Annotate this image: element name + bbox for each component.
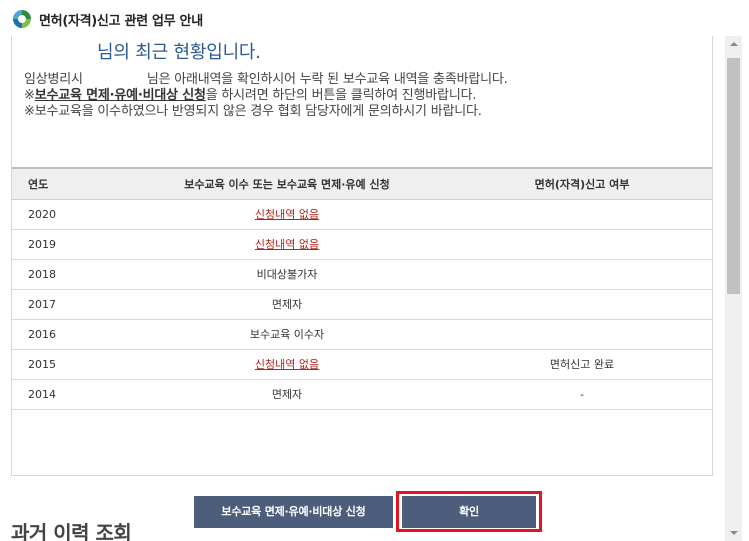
scroll-thumb[interactable]	[727, 58, 740, 294]
cell-year: 2018	[12, 259, 122, 290]
notice-text: 임상병리시 님은 아래내역을 확인하시어 누락 된 보수교육 내역을 충족바랍니다…	[24, 72, 508, 120]
header-report: 면허(자격)신고 여부	[452, 167, 712, 200]
cell-report-status: -	[452, 379, 712, 410]
table-row: 2016 보수교육 이수자	[12, 319, 712, 350]
cell-year: 2019	[12, 229, 122, 260]
notice-line-1-suffix: 님은 아래내역을 확인하시어 누락 된 보수교육 내역을 충족바랍니다.	[146, 72, 508, 87]
cell-report-status	[452, 199, 712, 230]
scroll-down-arrow-icon[interactable]	[725, 524, 742, 541]
cell-education: 신청내역 없음	[122, 349, 452, 380]
table-row: 2017 면제자	[12, 289, 712, 320]
window-title: 면허(자격)신고 관련 업무 안내	[39, 14, 203, 29]
cell-education: 신청내역 없음	[122, 229, 452, 260]
header-year: 연도	[12, 167, 122, 200]
vertical-scrollbar[interactable]	[725, 36, 742, 541]
notice-line-2: ※보수교육 면제·유예·비대상 신청을 하시려면 하단의 버튼을 클릭하여 진행…	[24, 88, 508, 104]
cell-report-status	[452, 319, 712, 350]
education-status-link[interactable]: 신청내역 없음	[255, 208, 319, 221]
notice-emphasis: 보수교육 면제·유예·비대상 신청	[34, 88, 206, 103]
table-row: 2014 면제자 -	[12, 379, 712, 410]
cell-year: 2015	[12, 349, 122, 380]
cell-year: 2016	[12, 319, 122, 350]
notice-line-2-rest: 을 하시려면 하단의 버튼을 클릭하여 진행바랍니다.	[205, 88, 477, 103]
cell-report-status	[452, 229, 712, 260]
cell-education: 신청내역 없음	[122, 199, 452, 230]
education-status-link[interactable]: 신청내역 없음	[255, 358, 319, 371]
cell-report-status	[452, 259, 712, 290]
table-row: 2020 신청내역 없음	[12, 199, 712, 230]
apply-exemption-button[interactable]: 보수교육 면제·유예·비대상 신청	[194, 496, 393, 528]
header-education: 보수교육 이수 또는 보수교육 면제·유예 신청	[122, 167, 452, 200]
cell-year: 2014	[12, 379, 122, 410]
app-logo-icon	[13, 10, 31, 28]
history-table: 연도 보수교육 이수 또는 보수교육 면제·유예 신청 면허(자격)신고 여부 …	[12, 167, 712, 410]
confirm-button[interactable]: 확인	[402, 496, 536, 528]
table-row: 2019 신청내역 없음	[12, 229, 712, 260]
table-header-row: 연도 보수교육 이수 또는 보수교육 면제·유예 신청 면허(자격)신고 여부	[12, 167, 712, 200]
notice-line-1-prefix: 임상병리시	[24, 72, 83, 87]
cell-education: 면제자	[122, 289, 452, 320]
notice-line-1: 임상병리시 님은 아래내역을 확인하시어 누락 된 보수교육 내역을 충족바랍니다…	[24, 72, 508, 88]
scroll-up-arrow-icon[interactable]	[725, 36, 742, 53]
cell-education: 보수교육 이수자	[122, 319, 452, 350]
education-status-link[interactable]: 신청내역 없음	[255, 238, 319, 251]
title-bar: 면허(자격)신고 관련 업무 안내	[0, 0, 749, 36]
notice-mark: ※	[24, 88, 35, 103]
notice-line-3: ※보수교육을 이수하였으나 반영되지 않은 경우 협회 담당자에게 문의하시기 …	[24, 104, 482, 119]
cell-report-status: 면허신고 완료	[452, 349, 712, 380]
table-row: 2015 신청내역 없음 면허신고 완료	[12, 349, 712, 380]
cell-year: 2017	[12, 289, 122, 320]
content-area: 님의 최근 현황입니다. 임상병리시 님은 아래내역을 확인하시어 누락 된 보수…	[0, 36, 725, 541]
cell-report-status	[452, 289, 712, 320]
cell-education: 비대상불가자	[122, 259, 452, 290]
status-panel: 님의 최근 현황입니다. 임상병리시 님은 아래내역을 확인하시어 누락 된 보수…	[11, 36, 713, 476]
cell-education: 면제자	[122, 379, 452, 410]
table-row: 2018 비대상불가자	[12, 259, 712, 290]
status-heading: 님의 최근 현황입니다.	[97, 42, 261, 63]
past-history-title: 과거 이력 조회	[11, 521, 132, 541]
cell-year: 2020	[12, 199, 122, 230]
